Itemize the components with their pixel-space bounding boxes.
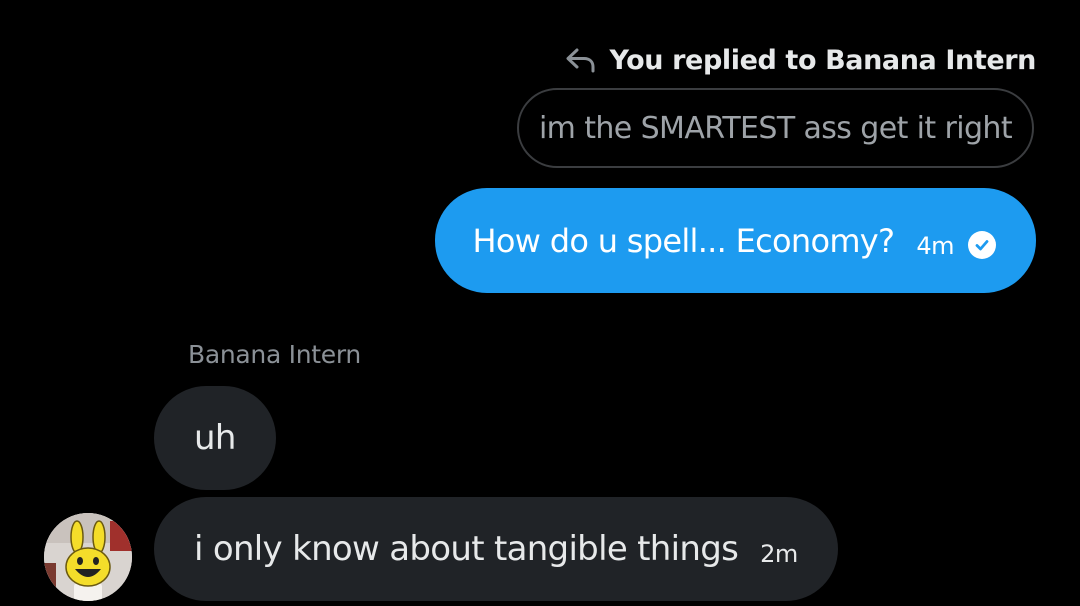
banana-bunny-avatar-icon <box>44 513 132 601</box>
reply-context-text: You replied to Banana Intern <box>609 44 1036 76</box>
read-check-icon <box>968 230 996 259</box>
received-message-bubble[interactable]: uh <box>154 386 276 490</box>
avatar[interactable] <box>44 513 132 601</box>
received-message-text: i only know about tangible things <box>194 529 739 569</box>
quoted-message-text: im the SMARTEST ass get it right <box>538 110 1013 146</box>
sender-name: Banana Intern <box>188 340 361 369</box>
received-message-text: uh <box>194 418 236 458</box>
received-message-time: 2m <box>760 540 798 568</box>
reply-arrow-icon <box>565 47 597 73</box>
sent-message-text: How do u spell... Economy? <box>472 221 895 260</box>
received-message-bubble[interactable]: i only know about tangible things 2m <box>154 497 838 601</box>
sent-message-bubble[interactable]: How do u spell... Economy? 4m <box>434 188 1036 293</box>
dm-conversation-view: You replied to Banana Intern im the SMAR… <box>0 0 1080 606</box>
sent-message-time: 4m <box>916 231 954 260</box>
reply-context-header: You replied to Banana Intern <box>565 40 1036 80</box>
quoted-message[interactable]: im the SMARTEST ass get it right <box>516 88 1034 168</box>
